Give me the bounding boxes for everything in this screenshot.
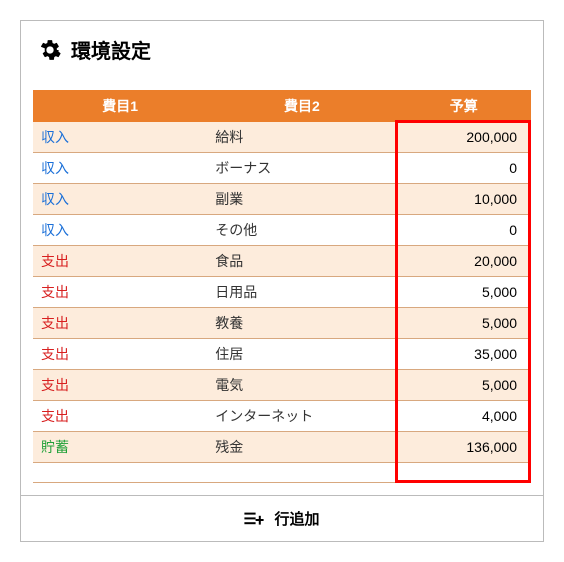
- table-row[interactable]: 支出教養5,000: [33, 308, 531, 339]
- cell-budget: 5,000: [397, 277, 531, 308]
- cell-item: 残金: [207, 432, 396, 463]
- table-header-row: 費目1 費目2 予算: [33, 90, 531, 122]
- cell-budget: 5,000: [397, 370, 531, 401]
- cell-type: 支出: [33, 308, 207, 339]
- cell-type: 支出: [33, 277, 207, 308]
- budget-table-wrap: 費目1 費目2 予算 収入給料200,000収入ボーナス0収入副業10,000収…: [33, 90, 531, 483]
- cell-item: 副業: [207, 184, 396, 215]
- cell-type: 支出: [33, 246, 207, 277]
- panel-title: 環境設定: [71, 35, 151, 64]
- table-row[interactable]: 支出電気5,000: [33, 370, 531, 401]
- cell-item: 食品: [207, 246, 396, 277]
- cell-budget: 0: [397, 153, 531, 184]
- budget-table: 費目1 費目2 予算 収入給料200,000収入ボーナス0収入副業10,000収…: [33, 90, 531, 483]
- table-spacer-row: [33, 463, 531, 483]
- add-row-label: 行追加: [274, 508, 319, 529]
- panel-header: 環境設定: [21, 21, 543, 78]
- cell-item: 日用品: [207, 277, 396, 308]
- cell-type: 収入: [33, 122, 207, 153]
- cell-type: 支出: [33, 339, 207, 370]
- col-header-item: 費目2: [207, 90, 396, 122]
- cell-type: 貯蓄: [33, 432, 207, 463]
- cell-type: 支出: [33, 370, 207, 401]
- table-row[interactable]: 収入給料200,000: [33, 122, 531, 153]
- cell-item: 給料: [207, 122, 396, 153]
- cell-item: 住居: [207, 339, 396, 370]
- gear-icon: [39, 39, 61, 61]
- table-row[interactable]: 収入副業10,000: [33, 184, 531, 215]
- cell-type: 支出: [33, 401, 207, 432]
- table-row[interactable]: 支出日用品5,000: [33, 277, 531, 308]
- cell-budget: 10,000: [397, 184, 531, 215]
- cell-item: 電気: [207, 370, 396, 401]
- table-row[interactable]: 収入ボーナス0: [33, 153, 531, 184]
- cell-budget: 20,000: [397, 246, 531, 277]
- cell-item: その他: [207, 215, 396, 246]
- table-row[interactable]: 支出食品20,000: [33, 246, 531, 277]
- cell-budget: 200,000: [397, 122, 531, 153]
- cell-type: 収入: [33, 184, 207, 215]
- settings-panel: 環境設定 費目1 費目2 予算 収入給料200,000収入ボーナス0収入副業10…: [20, 20, 544, 542]
- cell-budget: 4,000: [397, 401, 531, 432]
- col-header-budget: 予算: [397, 90, 531, 122]
- table-row[interactable]: 支出住居35,000: [33, 339, 531, 370]
- cell-budget: 136,000: [397, 432, 531, 463]
- table-row[interactable]: 貯蓄残金136,000: [33, 432, 531, 463]
- table-row[interactable]: 収入その他0: [33, 215, 531, 246]
- table-row[interactable]: 支出インターネット4,000: [33, 401, 531, 432]
- col-header-type: 費目1: [33, 90, 207, 122]
- cell-item: ボーナス: [207, 153, 396, 184]
- add-row-button[interactable]: 行追加: [21, 495, 543, 541]
- cell-budget: 5,000: [397, 308, 531, 339]
- cell-budget: 0: [397, 215, 531, 246]
- cell-type: 収入: [33, 153, 207, 184]
- add-row-icon: [244, 511, 264, 527]
- cell-item: 教養: [207, 308, 396, 339]
- cell-budget: 35,000: [397, 339, 531, 370]
- cell-type: 収入: [33, 215, 207, 246]
- cell-item: インターネット: [207, 401, 396, 432]
